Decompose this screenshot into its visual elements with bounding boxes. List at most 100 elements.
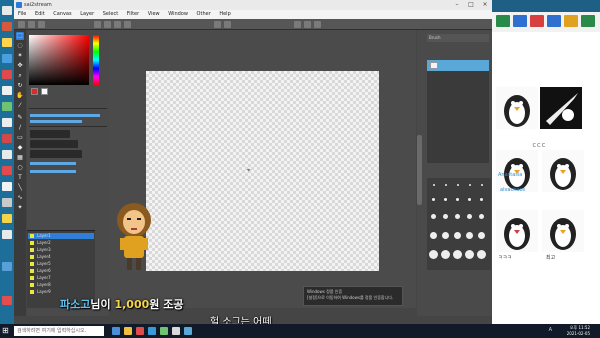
desktop-icon[interactable] [2, 54, 12, 63]
brush-size-dot[interactable] [442, 232, 449, 239]
layer-row[interactable]: Layer3 [28, 247, 94, 253]
layer-eye-icon[interactable] [30, 276, 34, 280]
toolbar-button[interactable] [124, 21, 131, 28]
desktop-icon[interactable] [2, 102, 12, 111]
toolbar-button[interactable] [294, 21, 301, 28]
brush-size-dot[interactable] [444, 198, 447, 201]
layer-eye-icon[interactable] [30, 255, 34, 259]
chat-tab[interactable] [496, 15, 510, 27]
brush-size-dot[interactable] [454, 232, 461, 239]
windows-start-icon[interactable]: ⊞ [2, 327, 10, 335]
blur-tool-icon[interactable]: ✦ [16, 204, 24, 212]
text-tool-icon[interactable]: T [16, 174, 24, 182]
select-tool-icon[interactable]: ⬚ [16, 32, 24, 40]
taskbar-app-icon[interactable] [172, 327, 180, 335]
layer-eye-icon[interactable] [30, 269, 34, 273]
menu-canvas[interactable]: Canvas [53, 11, 71, 17]
brush-size-dot[interactable] [479, 214, 484, 219]
brush-size-dot[interactable] [469, 184, 471, 186]
toolbar-button[interactable] [304, 21, 311, 28]
desktop-icon[interactable] [2, 182, 12, 191]
menu-layer[interactable]: Layer [80, 11, 94, 17]
brush-size-dot[interactable] [478, 232, 485, 239]
brush-size-dot[interactable] [441, 250, 450, 259]
desktop-icon[interactable] [2, 214, 12, 223]
toolbar-button[interactable] [224, 21, 231, 28]
desktop-icon[interactable] [2, 118, 12, 127]
layer-row[interactable]: Layer2 [28, 240, 94, 246]
menu-filter[interactable]: Filter [127, 11, 139, 17]
brush-preset[interactable] [30, 140, 78, 148]
brush-size-dot[interactable] [430, 232, 437, 239]
brush-size-dot[interactable] [429, 250, 438, 259]
brush-size-dot[interactable] [480, 198, 483, 201]
desktop-icon[interactable] [2, 6, 12, 15]
brush-size-dot[interactable] [465, 250, 474, 259]
taskbar-clock[interactable]: 오후 11:52 2021-02-05 [556, 325, 590, 337]
layer-eye-icon[interactable] [30, 262, 34, 266]
chat-tab[interactable] [530, 15, 544, 27]
chat-tab[interactable] [513, 15, 527, 27]
gradient-tool-icon[interactable]: ▦ [16, 154, 24, 162]
menu-select[interactable]: Select [103, 11, 118, 17]
close-icon[interactable]: × [478, 0, 492, 10]
layer-row[interactable]: Layer6 [28, 268, 94, 274]
taskbar-app-icon[interactable] [160, 327, 168, 335]
line-tool-icon[interactable]: ╲ [16, 184, 24, 192]
chat-tab[interactable] [547, 15, 561, 27]
brush-density-slider[interactable] [30, 162, 76, 165]
layer-row[interactable]: Layer9 [28, 289, 94, 295]
shape-tool-icon[interactable]: ○ [16, 164, 24, 172]
menu-window[interactable]: Window [168, 11, 188, 17]
eraser-tool-icon[interactable]: ▭ [16, 134, 24, 142]
taskbar-search-input[interactable]: 검색하려면 여기에 입력하십시오. [14, 326, 104, 336]
toolbar-button[interactable] [18, 21, 25, 28]
layer-row[interactable]: Layer4 [28, 254, 94, 260]
brush-size-dot[interactable] [443, 214, 448, 219]
chat-tab[interactable] [581, 15, 595, 27]
brush-preset[interactable] [30, 150, 82, 158]
brush-size-dot[interactable] [453, 250, 462, 259]
layer-eye-icon[interactable] [30, 248, 34, 252]
brush-size-dot[interactable] [432, 198, 435, 201]
color-picker-square[interactable] [29, 35, 89, 85]
desktop-icon[interactable] [2, 150, 12, 159]
taskbar-app-icon[interactable] [148, 327, 156, 335]
brush-size-dot[interactable] [481, 184, 483, 186]
desktop-icon[interactable] [2, 38, 12, 47]
toolbar-button[interactable] [314, 21, 321, 28]
minimize-icon[interactable]: – [450, 0, 464, 10]
taskbar-app-icon[interactable] [112, 327, 120, 335]
size-slider[interactable] [30, 120, 82, 123]
brush-size-dot[interactable] [467, 214, 472, 219]
layer-eye-icon[interactable] [30, 234, 34, 238]
eyedropper-tool-icon[interactable]: ⁄ [16, 102, 24, 110]
brush-preset[interactable] [30, 130, 70, 138]
desktop-icon[interactable] [2, 198, 12, 207]
curve-tool-icon[interactable]: ∿ [16, 194, 24, 202]
desktop-icon[interactable] [2, 134, 12, 143]
layer-row[interactable]: Layer1 [28, 233, 94, 239]
menu-view[interactable]: View [148, 11, 160, 17]
brush-blend-slider[interactable] [30, 170, 76, 173]
menu-help[interactable]: Help [219, 11, 230, 17]
desktop-icon[interactable] [2, 262, 12, 271]
layer-eye-icon[interactable] [30, 283, 34, 287]
brush-size-dot[interactable] [468, 198, 471, 201]
zoom-tool-icon[interactable]: ⌕ [16, 72, 24, 80]
desktop-icon[interactable] [2, 166, 12, 175]
toolbar-button[interactable] [28, 21, 35, 28]
brush-size-dot[interactable] [477, 250, 486, 259]
toolbar-button[interactable] [214, 21, 221, 28]
menu-edit[interactable]: Edit [35, 11, 45, 17]
pen-tool-icon[interactable]: ✎ [16, 114, 24, 122]
layer-eye-icon[interactable] [30, 241, 34, 245]
opacity-slider[interactable] [30, 114, 100, 117]
brush-size-dot[interactable] [455, 214, 460, 219]
maximize-icon[interactable]: □ [464, 0, 478, 10]
chat-tab[interactable] [564, 15, 578, 27]
menu-other[interactable]: Other [197, 11, 211, 17]
toolbar-button[interactable] [114, 21, 121, 28]
toolbar-button[interactable] [104, 21, 111, 28]
hand-tool-icon[interactable]: ✋ [16, 92, 24, 100]
